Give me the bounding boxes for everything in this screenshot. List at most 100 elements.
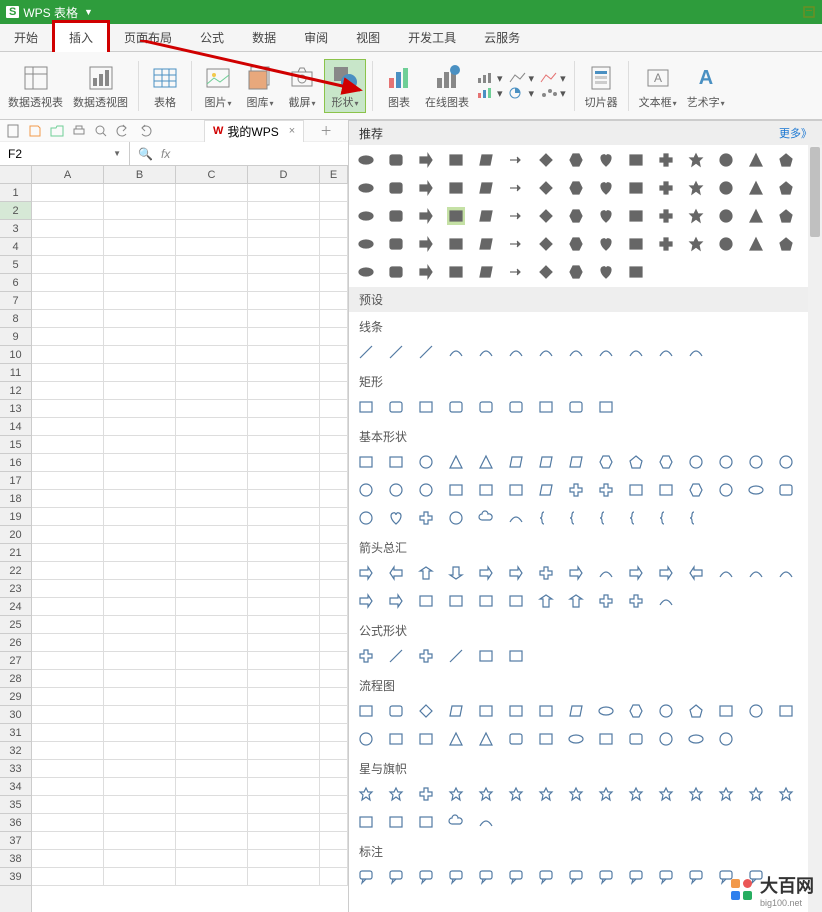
shape-rect[interactable] (537, 730, 555, 748)
pivot-chart-button[interactable]: 数据透视图 (69, 60, 132, 112)
cell[interactable] (320, 616, 348, 634)
shape-rect[interactable] (507, 592, 525, 610)
shape-tri[interactable] (477, 453, 495, 471)
shape-recommended[interactable] (567, 235, 585, 253)
shape-recommended[interactable] (537, 151, 555, 169)
cell[interactable] (248, 742, 320, 760)
shape-circ[interactable] (447, 509, 465, 527)
cell[interactable] (104, 760, 176, 778)
shape-star[interactable] (777, 785, 795, 803)
cell[interactable] (320, 670, 348, 688)
shape-recommended[interactable] (657, 235, 675, 253)
shape-rarrow[interactable] (627, 564, 645, 582)
cell[interactable] (104, 724, 176, 742)
shape-brace[interactable] (567, 509, 585, 527)
row-header[interactable]: 5 (0, 256, 31, 274)
shape-callout[interactable] (387, 868, 405, 886)
cell[interactable] (104, 508, 176, 526)
shape-plus[interactable] (627, 592, 645, 610)
online-chart-button[interactable]: 在线图表 (421, 60, 473, 112)
shape-callout[interactable] (357, 868, 375, 886)
shape-hex[interactable] (687, 481, 705, 499)
shape-circ[interactable] (357, 509, 375, 527)
cell[interactable] (104, 382, 176, 400)
cell[interactable] (176, 256, 248, 274)
cell[interactable] (176, 310, 248, 328)
cell[interactable] (104, 688, 176, 706)
shape-circ[interactable] (417, 453, 435, 471)
shape-uarrow[interactable] (567, 592, 585, 610)
shape-recommended[interactable] (417, 207, 435, 225)
shape-rect[interactable] (597, 730, 615, 748)
shape-star[interactable] (567, 785, 585, 803)
shape-star[interactable] (717, 785, 735, 803)
shape-line[interactable] (357, 343, 375, 361)
cell[interactable] (320, 220, 348, 238)
shape-recommended[interactable] (387, 179, 405, 197)
shape-cloud[interactable] (447, 813, 465, 831)
shape-recommended[interactable] (627, 263, 645, 281)
cell[interactable] (248, 238, 320, 256)
cell[interactable] (176, 634, 248, 652)
shape-curve[interactable] (657, 343, 675, 361)
cell[interactable] (32, 796, 104, 814)
cell[interactable] (104, 850, 176, 868)
cell[interactable] (176, 238, 248, 256)
shapes-more-link[interactable]: 更多》 (779, 125, 812, 141)
table-button[interactable]: 表格 (145, 60, 185, 112)
cell[interactable] (320, 238, 348, 256)
row-header[interactable]: 28 (0, 670, 31, 688)
cell[interactable] (32, 238, 104, 256)
print-icon[interactable] (72, 124, 86, 138)
shape-plus[interactable] (357, 647, 375, 665)
cell[interactable] (320, 868, 348, 886)
cell[interactable] (248, 346, 320, 364)
row-header[interactable]: 21 (0, 544, 31, 562)
shape-recommended[interactable] (597, 179, 615, 197)
shape-recommended[interactable] (717, 151, 735, 169)
pivot-table-button[interactable]: 数据透视表 (4, 60, 67, 112)
cell[interactable] (32, 850, 104, 868)
shape-recommended[interactable] (717, 179, 735, 197)
shape-callout[interactable] (507, 868, 525, 886)
shape-rect[interactable] (417, 730, 435, 748)
cell[interactable] (32, 418, 104, 436)
mini-chart-1[interactable]: ▾ (477, 72, 503, 85)
shape-recommended[interactable] (357, 179, 375, 197)
cell[interactable] (248, 526, 320, 544)
cell[interactable] (104, 328, 176, 346)
row-header[interactable]: 6 (0, 274, 31, 292)
cell[interactable] (104, 778, 176, 796)
shape-tri[interactable] (447, 730, 465, 748)
cell[interactable] (248, 778, 320, 796)
document-tab[interactable]: W 我的WPS × (204, 120, 304, 142)
shape-para[interactable] (567, 702, 585, 720)
cell[interactable] (248, 472, 320, 490)
shape-plus[interactable] (567, 481, 585, 499)
shape-star[interactable] (657, 785, 675, 803)
cell[interactable] (32, 868, 104, 886)
shape-circ[interactable] (777, 453, 795, 471)
cell[interactable] (104, 400, 176, 418)
shape-recommended[interactable] (477, 151, 495, 169)
cell[interactable] (32, 256, 104, 274)
shape-circ[interactable] (657, 730, 675, 748)
cell[interactable] (248, 652, 320, 670)
shape-recommended[interactable] (357, 263, 375, 281)
cell[interactable] (32, 616, 104, 634)
tab-review[interactable]: 审阅 (290, 23, 342, 52)
cell[interactable] (104, 598, 176, 616)
row-header[interactable]: 34 (0, 778, 31, 796)
cell[interactable] (104, 238, 176, 256)
shape-rect[interactable] (537, 702, 555, 720)
cell[interactable] (104, 832, 176, 850)
row-header[interactable]: 35 (0, 796, 31, 814)
cell[interactable] (176, 508, 248, 526)
cell[interactable] (176, 616, 248, 634)
shape-circ[interactable] (717, 481, 735, 499)
shape-rect[interactable] (477, 481, 495, 499)
cell[interactable] (248, 364, 320, 382)
cell[interactable] (104, 202, 176, 220)
shape-recommended[interactable] (477, 235, 495, 253)
cell[interactable] (248, 598, 320, 616)
